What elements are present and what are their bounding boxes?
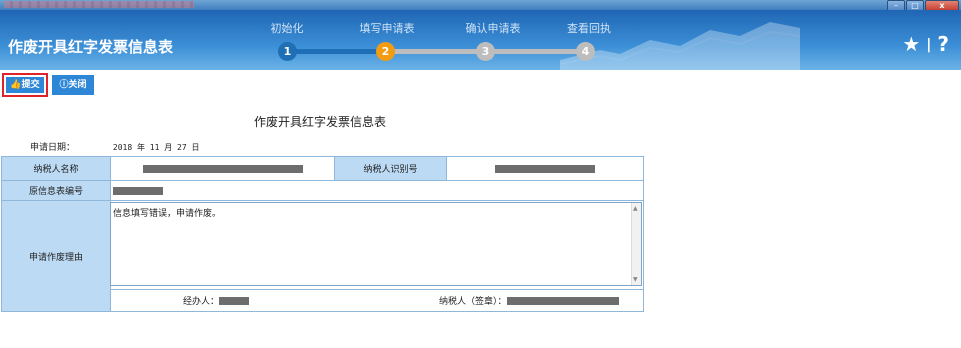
- great-wall-decoration: [560, 22, 800, 70]
- header-icons: ★ |?: [902, 32, 949, 56]
- app-header: 作废开具红字发票信息表 初始化 填写申请表 确认申请表 查看回执 1 2 3 4…: [0, 10, 961, 70]
- window-titlebar: – □ x: [0, 0, 961, 12]
- apply-date-row: 申请日期： 2018 年 11 月 27 日: [30, 140, 200, 153]
- reason-label: 申请作废理由: [2, 201, 111, 312]
- redacted-text: [506, 296, 619, 305]
- submit-button-face[interactable]: 👍提交: [6, 77, 44, 93]
- step-label-init: 初始化: [270, 22, 304, 35]
- signature-row: 经办人： 纳税人（签章）：: [111, 289, 644, 312]
- step-connector-1: [290, 49, 386, 54]
- form-title: 作废开具红字发票信息表: [253, 115, 386, 129]
- redacted-text: [142, 164, 303, 173]
- step-2-indicator: 2: [376, 42, 395, 61]
- app-title: 作废开具红字发票信息表: [8, 38, 174, 56]
- step-1-indicator: 1: [278, 42, 297, 61]
- submit-button[interactable]: 👍提交: [2, 73, 48, 97]
- icon-separator: |: [926, 37, 932, 53]
- original-no-value: [111, 181, 644, 201]
- step-4-indicator: 4: [576, 42, 595, 61]
- step-3-indicator: 3: [476, 42, 495, 61]
- taxpayer-id-value: [447, 157, 644, 181]
- apply-date-label: 申请日期：: [30, 143, 76, 153]
- scroll-down-icon[interactable]: ▼: [633, 276, 638, 283]
- original-no-label: 原信息表编号: [2, 181, 111, 201]
- taxpayer-sign-label: 纳税人（签章）：: [439, 297, 507, 307]
- step-label-fill: 填写申请表: [359, 22, 415, 35]
- redacted-text: [113, 186, 163, 195]
- redacted-text: [219, 296, 250, 305]
- redacted-text: [495, 164, 595, 173]
- reason-text: 信息填写错误，申请作废。: [113, 209, 222, 219]
- handler-label: 经办人：: [183, 297, 220, 307]
- star-icon[interactable]: ★: [902, 32, 920, 56]
- apply-date-value: 2018 年 11 月 27 日: [112, 143, 200, 152]
- close-button[interactable]: ⓘ关闭: [52, 75, 94, 95]
- taxpayer-name-value: [111, 157, 335, 181]
- info-circle-icon: ⓘ: [59, 80, 69, 90]
- step-label-receipt: 查看回执: [567, 22, 611, 35]
- reason-scrollbar[interactable]: ▲ ▼: [631, 203, 641, 285]
- window-title-faded: [4, 1, 194, 8]
- step-label-confirm: 确认申请表: [465, 22, 521, 35]
- thumb-up-icon: 👍: [10, 80, 22, 90]
- close-label: 关闭: [68, 80, 87, 90]
- reason-textarea[interactable]: 信息填写错误，申请作废。 ▲ ▼: [110, 202, 642, 286]
- taxpayer-id-label: 纳税人识别号: [335, 157, 447, 181]
- taxpayer-name-label: 纳税人名称: [2, 157, 111, 181]
- submit-label: 提交: [21, 80, 40, 90]
- help-icon[interactable]: ?: [937, 32, 949, 56]
- scroll-up-icon[interactable]: ▲: [633, 205, 638, 212]
